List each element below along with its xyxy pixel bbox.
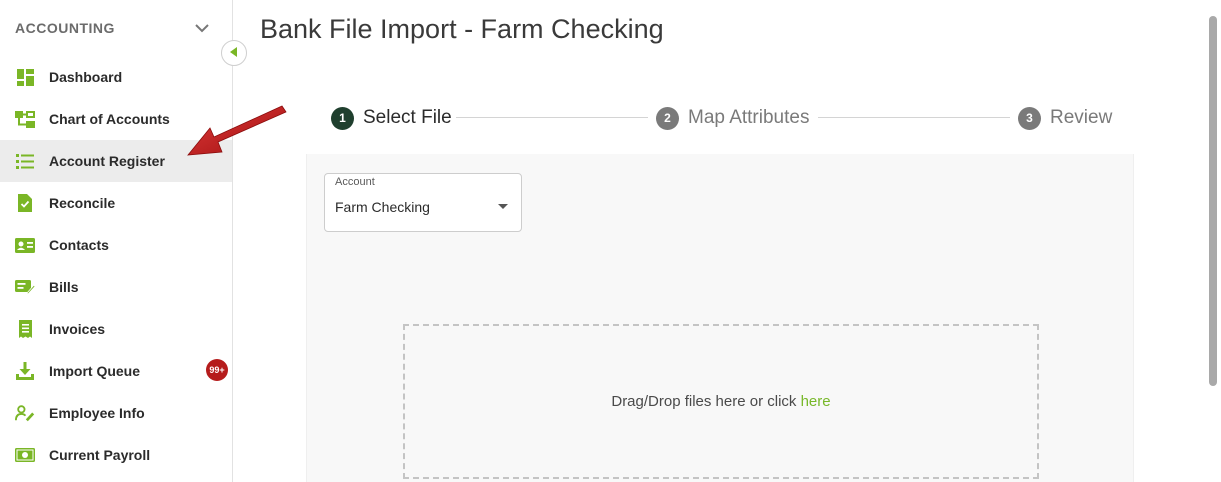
sidebar-title: ACCOUNTING bbox=[15, 20, 115, 36]
file-dropzone[interactable]: Drag/Drop files here or click here bbox=[403, 324, 1039, 479]
sidebar-item-contacts[interactable]: Contacts bbox=[0, 224, 232, 266]
chevron-down-icon[interactable] bbox=[194, 20, 210, 36]
step-number: 3 bbox=[1018, 106, 1041, 130]
sidebar-item-dashboard[interactable]: Dashboard bbox=[0, 56, 232, 98]
step-number: 2 bbox=[656, 106, 679, 130]
sidebar-item-label: Employee Info bbox=[49, 405, 145, 421]
sidebar-item-label: Import Queue bbox=[49, 363, 141, 379]
notification-badge: 99+ bbox=[206, 359, 228, 381]
sidebar-item-label: Account Register bbox=[49, 153, 165, 169]
import-stepper: 1 Select File 2 Map Attributes 3 Review bbox=[331, 104, 1112, 132]
page-scrollbar[interactable] bbox=[1209, 16, 1217, 386]
sidebar: ACCOUNTING Dashboard Chart of Accounts A… bbox=[0, 0, 233, 482]
step-label: Review bbox=[1050, 107, 1113, 128]
collapse-sidebar-button[interactable] bbox=[221, 40, 247, 66]
step-connector bbox=[456, 117, 648, 118]
dashboard-icon bbox=[15, 67, 35, 87]
sidebar-item-current-payroll[interactable]: Current Payroll bbox=[0, 434, 232, 476]
account-select[interactable]: Account Farm Checking bbox=[324, 173, 522, 232]
dropzone-browse-link[interactable]: here bbox=[801, 393, 831, 410]
sidebar-item-label: Current Payroll bbox=[49, 447, 151, 463]
sidebar-item-label: Bills bbox=[49, 279, 79, 295]
page-title: Bank File Import - Farm Checking bbox=[260, 14, 664, 44]
step-number: 1 bbox=[331, 106, 354, 130]
sidebar-item-label: Reconcile bbox=[49, 195, 116, 211]
list-icon bbox=[15, 151, 35, 171]
sidebar-item-bills[interactable]: Bills bbox=[0, 266, 232, 308]
money-icon bbox=[15, 445, 35, 465]
sidebar-item-label: Contacts bbox=[49, 237, 109, 253]
import-card: Account Farm Checking Drag/Drop files he… bbox=[306, 154, 1134, 482]
dropzone-text: Drag/Drop files here or click here bbox=[611, 393, 830, 410]
sidebar-header[interactable]: ACCOUNTING bbox=[0, 0, 232, 56]
sidebar-item-employee-info[interactable]: Employee Info bbox=[0, 392, 232, 434]
user-edit-icon bbox=[15, 403, 35, 423]
step-map-attributes[interactable]: 2 Map Attributes bbox=[656, 104, 809, 132]
sidebar-item-reconcile[interactable]: Reconcile bbox=[0, 182, 232, 224]
caret-down-icon bbox=[498, 204, 508, 209]
annotation-arrow-icon bbox=[187, 105, 287, 156]
sidebar-item-label: Chart of Accounts bbox=[49, 111, 170, 127]
step-select-file[interactable]: 1 Select File bbox=[331, 104, 452, 132]
sidebar-item-label: Invoices bbox=[49, 321, 106, 337]
contact-card-icon bbox=[15, 235, 35, 255]
step-label: Select File bbox=[363, 107, 452, 128]
step-label: Map Attributes bbox=[688, 107, 810, 128]
sidebar-item-import-queue[interactable]: Import Queue 99+ bbox=[0, 350, 232, 392]
step-review[interactable]: 3 Review bbox=[1018, 104, 1112, 132]
download-icon bbox=[15, 361, 35, 381]
document-check-icon bbox=[15, 193, 35, 213]
step-connector bbox=[818, 117, 1010, 118]
hierarchy-icon bbox=[15, 109, 35, 129]
account-select-label: Account bbox=[335, 176, 375, 188]
dropzone-prompt: Drag/Drop files here or click bbox=[611, 393, 801, 410]
receipt-icon bbox=[15, 319, 35, 339]
account-select-value: Farm Checking bbox=[335, 199, 430, 215]
sidebar-item-label: Dashboard bbox=[49, 69, 123, 85]
caret-left-icon bbox=[230, 44, 238, 62]
sidebar-item-invoices[interactable]: Invoices bbox=[0, 308, 232, 350]
bill-edit-icon bbox=[15, 277, 35, 297]
